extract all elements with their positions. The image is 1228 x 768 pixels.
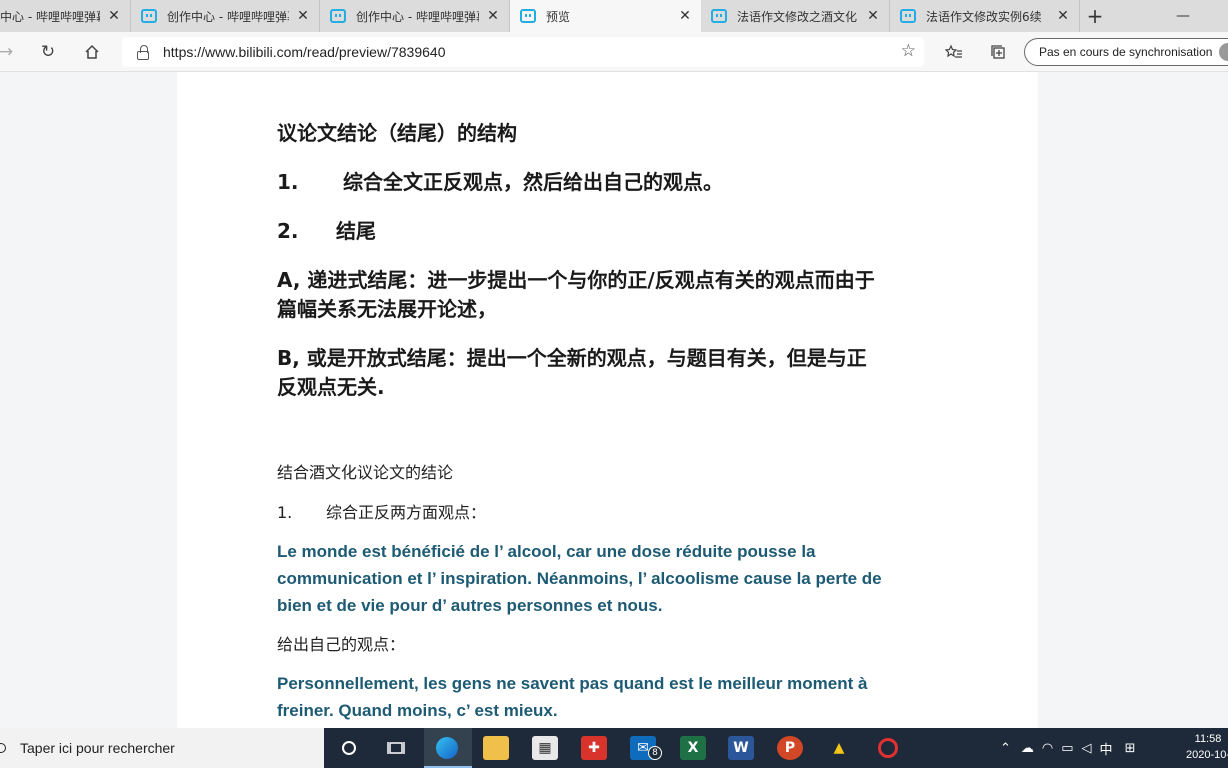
search-icon	[0, 743, 6, 753]
refresh-icon[interactable]: ↻	[34, 38, 62, 66]
edge-icon[interactable]	[434, 736, 460, 760]
lock-icon[interactable]	[137, 44, 149, 60]
tab-label: 中心 - 哔哩哔哩弹幕	[0, 9, 100, 24]
address-toolbar: → ↻ https://www.bilibili.com/read/previe…	[0, 32, 1228, 72]
tab-label: 创作中心 - 哔哩哔哩弹幕	[167, 9, 289, 24]
list-item: 1. 综合全文正反观点，然后给出自己的观点。	[277, 168, 723, 197]
home-icon[interactable]	[78, 38, 106, 66]
minimize-button[interactable]: —	[1160, 0, 1206, 32]
tab-strip: 中心 - 哔哩哔哩弹幕 ✕ 创作中心 - 哔哩哔哩弹幕 ✕ 创作中心 - 哔哩哔…	[0, 0, 1228, 32]
bilibili-icon	[711, 9, 727, 23]
french-text-line: freiner. Quand moins, c’ est mieux.	[277, 701, 558, 720]
windows-taskbar: Taper ici pour rechercher ▦ ✚ ✉ 8 X W P …	[0, 728, 1228, 768]
volume-icon[interactable]: ◁	[1082, 741, 1092, 756]
bilibili-icon	[900, 9, 916, 23]
tab-label: 法语作文修改实例6续	[926, 9, 1042, 24]
address-bar[interactable]: https://www.bilibili.com/read/preview/78…	[122, 37, 924, 67]
clock-time: 11:58	[1194, 733, 1222, 745]
wifi-icon[interactable]: ◠	[1042, 741, 1053, 756]
favorite-star-icon[interactable]: ☆	[901, 41, 916, 61]
sync-status-button[interactable]: Pas en cours de synchronisation	[1024, 38, 1228, 66]
tab-6[interactable]: 法语作文修改实例6续 ✕	[890, 0, 1080, 32]
url-text[interactable]: https://www.bilibili.com/read/preview/78…	[163, 44, 445, 60]
item-text: 结尾	[336, 219, 376, 243]
battery-icon[interactable]: ▭	[1061, 741, 1073, 756]
task-view-icon[interactable]	[383, 736, 409, 760]
tab-3[interactable]: 创作中心 - 哔哩哔哩弹幕 ✕	[320, 0, 510, 32]
french-text-line: communication et l’ inspiration. Néanmoi…	[277, 569, 882, 588]
word-icon[interactable]: W	[728, 736, 754, 760]
paragraph-a-line2: 篇幅关系无法展开论述，	[277, 297, 497, 321]
close-icon[interactable]: ✕	[865, 8, 881, 24]
item-text: 综合正反两方面观点：	[326, 503, 487, 522]
forward-icon[interactable]: →	[0, 38, 20, 66]
list-item: 2. 结尾	[277, 217, 376, 246]
close-icon[interactable]: ✕	[295, 8, 311, 24]
sync-label: Pas en cours de synchronisation	[1039, 45, 1213, 59]
french-text-line: Personnellement, les gens ne savent pas …	[277, 674, 868, 693]
close-icon[interactable]: ✕	[1055, 8, 1071, 24]
ime-indicator[interactable]: 中	[1100, 739, 1113, 758]
sub-list-item: 1. 综合正反两方面观点：	[277, 502, 486, 524]
french-text-line: bien et de vie pour d’ autres personnes …	[277, 596, 663, 615]
bilibili-icon	[330, 9, 346, 23]
item-number: 1.	[277, 503, 293, 522]
own-view-label: 给出自己的观点：	[277, 635, 406, 654]
taskbar-search[interactable]: Taper ici pour rechercher	[0, 728, 324, 768]
french-text-line: Le monde est bénéficié de l’ alcool, car…	[277, 542, 816, 561]
paragraph-a-line1: A, 递进式结尾：进一步提出一个与你的正/反观点有关的观点而由于	[277, 268, 875, 292]
file-explorer-icon[interactable]	[483, 736, 509, 760]
close-icon[interactable]: ✕	[677, 8, 693, 24]
flask-app-icon[interactable]: ▲	[826, 736, 852, 760]
tab-label: 预览	[546, 9, 571, 24]
paragraph-b-line2: 反观点无关.	[277, 375, 385, 399]
new-tab-button[interactable]: +	[1080, 0, 1110, 32]
keyboard-icon[interactable]: ⊞	[1125, 741, 1136, 756]
clock-date: 2020-10-	[1185, 749, 1228, 761]
cloud-icon[interactable]: ☁	[1021, 741, 1034, 756]
close-icon[interactable]: ✕	[106, 8, 122, 24]
sub-title: 结合酒文化议论文的结论	[277, 463, 454, 482]
item-text: 综合全文正反观点，然后给出自己的观点。	[343, 170, 723, 194]
store-icon[interactable]: ▦	[532, 736, 558, 760]
tab-label: 法语作文修改之酒文化	[737, 9, 858, 24]
clock[interactable]: 11:58 2020-10-	[1178, 731, 1228, 763]
search-placeholder: Taper ici pour rechercher	[20, 740, 175, 756]
tab-5[interactable]: 法语作文修改之酒文化 ✕	[701, 0, 890, 32]
system-tray: ⌃ ☁ ◠ ▭ ◁ 中 ⊞	[1000, 728, 1135, 768]
mail-badge: 8	[648, 746, 662, 760]
bilibili-icon	[141, 9, 157, 23]
recorder-icon[interactable]	[875, 736, 901, 760]
page-viewport: 议论文结论（结尾）的结构 1. 综合全文正反观点，然后给出自己的观点。 2. 结尾 …	[0, 72, 1228, 728]
close-icon[interactable]: ✕	[485, 8, 501, 24]
bilibili-icon	[520, 9, 536, 23]
favorites-icon[interactable]	[940, 38, 968, 66]
item-number: 1.	[277, 170, 299, 194]
item-number: 2.	[277, 219, 299, 243]
avatar[interactable]	[1219, 43, 1228, 61]
cortana-icon[interactable]	[336, 736, 362, 760]
tab-1[interactable]: 中心 - 哔哩哔哩弹幕 ✕	[0, 0, 131, 32]
excel-icon[interactable]: X	[680, 736, 706, 760]
chevron-up-icon[interactable]: ⌃	[1000, 741, 1011, 756]
tab-label: 创作中心 - 哔哩哔哩弹幕	[356, 9, 479, 24]
powerpoint-icon[interactable]: P	[777, 736, 803, 760]
tab-2[interactable]: 创作中心 - 哔哩哔哩弹幕 ✕	[131, 0, 320, 32]
paragraph-b-line1: B, 或是开放式结尾：提出一个全新的观点，与题目有关，但是与正	[277, 346, 867, 370]
article-page: 议论文结论（结尾）的结构 1. 综合全文正反观点，然后给出自己的观点。 2. 结尾 …	[177, 72, 1038, 728]
article-heading: 议论文结论（结尾）的结构	[277, 121, 517, 145]
tab-preview[interactable]: 预览 ✕	[510, 0, 701, 32]
gift-icon[interactable]: ✚	[581, 736, 607, 760]
collections-icon[interactable]	[984, 38, 1012, 66]
